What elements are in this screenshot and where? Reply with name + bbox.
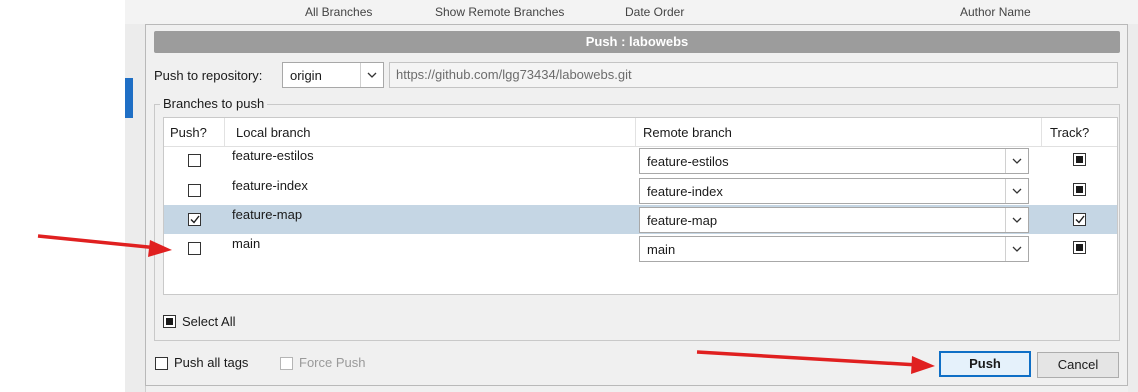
annotation-arrows [37,234,935,374]
arrow-to-feature-map-icon [37,234,172,257]
arrow-to-push-button-icon [696,350,935,374]
